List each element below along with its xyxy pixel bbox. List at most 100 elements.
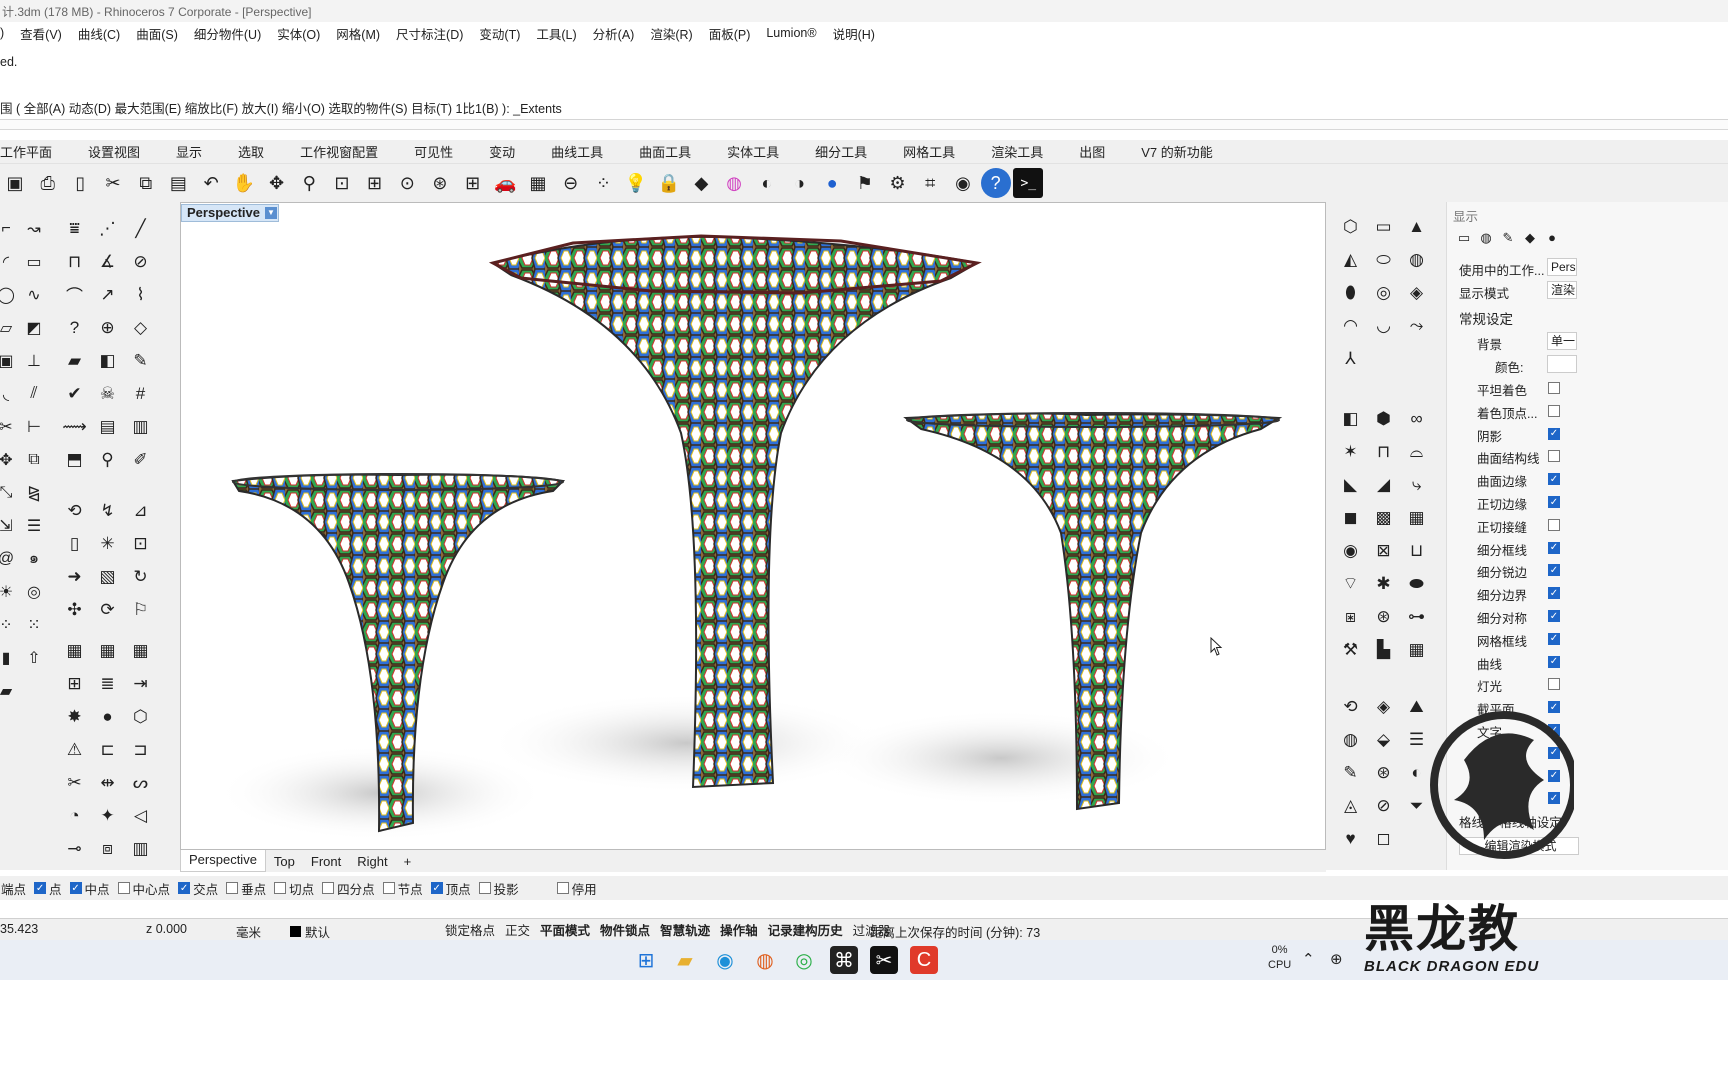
command-input[interactable] <box>0 120 1728 130</box>
wechat-icon[interactable]: ◎ <box>790 946 818 974</box>
paint-icon[interactable]: ✐ <box>124 443 157 476</box>
render-sphere-icon[interactable]: ◑ <box>785 168 815 198</box>
link-icon[interactable]: ⊶ <box>1400 600 1433 633</box>
menu-item[interactable]: 细分物件(U) <box>186 24 269 43</box>
toolbar-tab[interactable]: 渲染工具 <box>973 142 1061 161</box>
osnap-10[interactable]: 投影 <box>478 879 519 898</box>
add-viewport-tab-button[interactable]: + <box>396 854 420 869</box>
copy-tool-icon[interactable]: ⧉ <box>20 443 48 476</box>
gauge-icon[interactable]: ◔ <box>58 799 91 832</box>
fillet-icon[interactable]: ◟ <box>0 377 20 410</box>
rotate-icon[interactable]: ↻ <box>124 560 157 593</box>
menu-item[interactable]: 曲面(S) <box>128 24 186 43</box>
frame-icon[interactable]: ⧈ <box>91 832 124 865</box>
menu-item[interactable]: 工具(L) <box>528 24 584 43</box>
menu-item[interactable]: 面板(P) <box>701 24 759 43</box>
display-option-checkbox[interactable] <box>1548 518 1560 531</box>
cup-icon[interactable]: ⊔ <box>1400 534 1433 567</box>
file-explorer-icon[interactable]: ▰ <box>671 946 699 974</box>
target-icon[interactable]: ◎ <box>20 575 48 608</box>
zoom-window-icon[interactable]: ⊡ <box>327 168 357 198</box>
menu-item[interactable]: 分析(A) <box>585 24 643 43</box>
bridge-icon[interactable]: ⊓ <box>1367 435 1400 468</box>
osnap-9[interactable]: ✓ 顶点 <box>430 879 471 898</box>
skull-icon[interactable]: ☠ <box>91 377 124 410</box>
osnap-7[interactable]: 四分点 <box>322 879 375 898</box>
pen-icon[interactable]: ✎ <box>124 344 157 377</box>
numbers-icon[interactable]: # <box>124 377 157 410</box>
firefox-icon[interactable]: ◍ <box>751 946 779 974</box>
array-icon[interactable]: ⁙ <box>20 608 48 641</box>
globe-icon[interactable]: ◉ <box>948 168 978 198</box>
bend-icon[interactable]: ⌓ <box>1400 435 1433 468</box>
forbidden-icon[interactable]: ⊘ <box>1367 789 1400 822</box>
mesh-c-icon[interactable]: ▦ <box>124 634 157 667</box>
chevron-up-icon[interactable]: ⌃ <box>1302 950 1315 968</box>
spiral-icon[interactable]: @ <box>0 542 20 575</box>
diamond-icon[interactable]: ◇ <box>124 311 157 344</box>
wedge-icon[interactable]: ◣ <box>1334 468 1367 501</box>
frame-blue-icon[interactable]: ⊠ <box>1367 534 1400 567</box>
toolbar-tab[interactable]: 曲面工具 <box>621 142 709 161</box>
distance-icon[interactable]: ⇹ <box>91 766 124 799</box>
menu-item[interactable]: 实体(O) <box>269 24 328 43</box>
rainbow-icon[interactable]: ▰ <box>58 344 91 377</box>
stairs-icon[interactable]: ⌇ <box>124 278 157 311</box>
menu-item[interactable]: 变动(T) <box>471 24 528 43</box>
earth-icon[interactable]: ◍ <box>1334 723 1367 756</box>
color-swatch[interactable] <box>1547 355 1577 373</box>
scissors-icon[interactable]: ✂ <box>58 766 91 799</box>
arrow-bend-icon[interactable]: ⤷ <box>1400 468 1433 501</box>
upload-icon[interactable]: ⇧ <box>20 641 48 674</box>
osnap-3[interactable]: 中心点 <box>117 879 170 898</box>
gear-icon[interactable]: ⚙ <box>883 168 913 198</box>
viewport-tab[interactable]: Front <box>303 854 349 869</box>
light-bulb-icon[interactable]: 💡 <box>621 168 651 198</box>
status-toggle[interactable]: 操作轴 <box>715 920 763 939</box>
windows-start-icon[interactable]: ⊞ <box>632 946 660 974</box>
zoom-box-icon[interactable]: ⊡ <box>124 527 157 560</box>
status-toggle[interactable]: 智慧轨迹 <box>655 920 715 939</box>
osnap-4[interactable]: ✓ 交点 <box>178 879 218 898</box>
stack-icon[interactable]: ≣ <box>91 667 124 700</box>
grid-dots-icon[interactable]: ⁘ <box>0 608 20 641</box>
toolbar-tab[interactable]: 可见性 <box>396 142 471 161</box>
display-option-checkbox[interactable]: ✓ <box>1548 496 1560 508</box>
starfish-icon[interactable]: ✶ <box>1334 435 1367 468</box>
display-option-checkbox[interactable]: ✓ <box>1548 541 1560 554</box>
osnap-checkbox[interactable] <box>226 882 239 894</box>
toolbar-tab[interactable]: 显示 <box>158 142 220 161</box>
sketch-icon[interactable]: ⟿ <box>58 410 91 443</box>
layer-tab-icon[interactable]: ◆ <box>1519 230 1541 246</box>
sphere-grid-icon[interactable]: ◉ <box>1334 534 1367 567</box>
net-icon[interactable]: ⊞ <box>58 667 91 700</box>
new-page-icon[interactable]: ▯ <box>65 168 95 198</box>
status-toggle[interactable]: 记录建构历史 <box>763 920 848 939</box>
rotate-view-icon[interactable]: ✥ <box>262 168 292 198</box>
zoom-selected-icon[interactable]: ⊙ <box>392 168 422 198</box>
line-icon[interactable]: ╱ <box>124 212 157 245</box>
help-icon[interactable]: ? <box>980 168 1011 198</box>
box-blue-icon[interactable]: ▭ <box>1367 210 1400 243</box>
ball-icon[interactable]: ● <box>91 700 124 733</box>
menu-item[interactable]: 渲染(R) <box>642 24 700 43</box>
list-icon[interactable]: ☰ <box>20 509 48 542</box>
point-cloud-icon[interactable]: ⩸ <box>58 212 91 245</box>
osnap-checkbox[interactable]: ✓ <box>430 882 443 894</box>
sweep-icon[interactable]: ⤳ <box>1400 309 1433 342</box>
shell-icon[interactable]: ⌔ <box>1334 567 1367 600</box>
zoom-target-icon[interactable]: ⊛ <box>425 168 455 198</box>
torus-icon[interactable]: ◎ <box>1367 276 1400 309</box>
question-point-icon[interactable]: ? <box>58 311 91 344</box>
tube-icon[interactable]: ◠ <box>1334 309 1367 342</box>
star-red-icon[interactable]: ✱ <box>1367 567 1400 600</box>
toolbar-tab[interactable]: 选取 <box>220 142 282 161</box>
terminal-icon[interactable]: >_ <box>1013 168 1044 198</box>
cone-icon[interactable]: ▲ <box>1400 210 1433 243</box>
orbit-icon[interactable]: ⊛ <box>1367 600 1400 633</box>
check-icon[interactable]: ✔ <box>58 377 91 410</box>
material-sphere-icon[interactable]: ● <box>817 168 847 198</box>
layer-icon[interactable]: ◆ <box>686 168 716 198</box>
curve-icon[interactable]: ↝ <box>20 212 48 245</box>
display-tab-icon[interactable]: ▭ <box>1453 230 1475 246</box>
